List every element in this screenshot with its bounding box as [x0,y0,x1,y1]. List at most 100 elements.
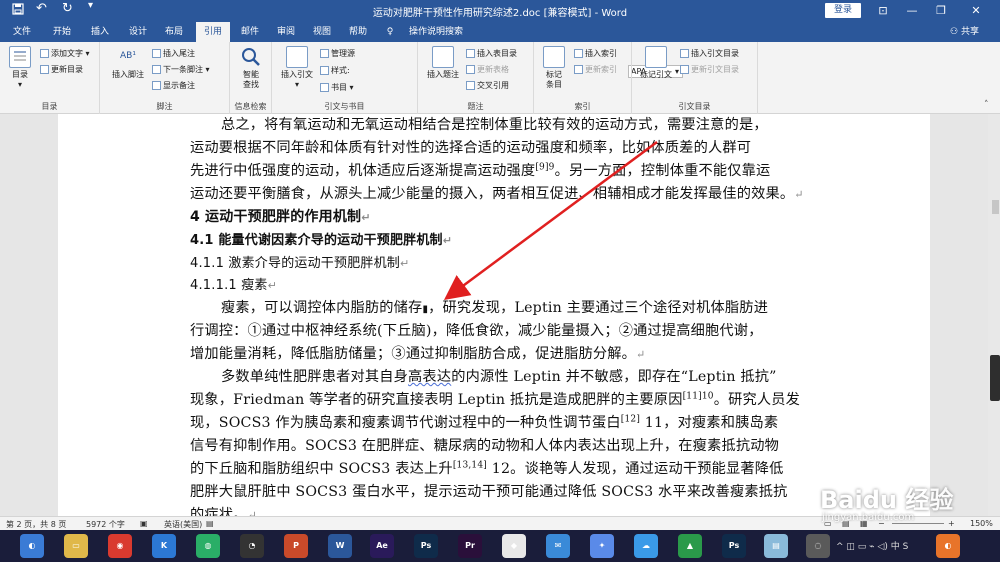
next-footnote-icon [152,65,161,74]
text-run: 多数单纯性肥胖患者对其自身 [221,369,409,385]
tab-help[interactable]: 帮助 [344,22,372,42]
update-toa-button[interactable]: 更新引文目录 [680,64,739,76]
word-icon[interactable]: W [328,534,352,558]
toc-button[interactable]: 目录 ▾ [6,46,34,90]
mark-entry-button[interactable]: 标记 条目 [540,46,568,90]
footnote-icon: AB¹ [120,51,136,61]
mail-icon[interactable]: ✉ [546,534,570,558]
cross-reference-button[interactable]: 交叉引用 [466,80,509,92]
update-toc-button[interactable]: 更新目录 [40,64,83,76]
photoshop-2-icon[interactable]: Ps [722,534,746,558]
vertical-scrollbar[interactable] [988,114,1000,516]
orange-app-icon[interactable]: ◐ [936,534,960,558]
table-of-figures-icon [466,49,475,58]
tab-insert[interactable]: 插入 [86,22,114,42]
sync-icon[interactable]: ◌ [806,534,830,558]
show-notes-icon [152,81,161,90]
proofing-icon[interactable]: ▣ [140,519,148,528]
macro-icon[interactable]: ▤ [206,519,214,528]
collapse-ribbon-icon[interactable]: ˄ [984,100,989,110]
notepad-icon[interactable]: ▤ [764,534,788,558]
add-text-button[interactable]: 添加文字 ▾ [40,48,90,60]
caption-icon [432,46,454,68]
add-text-label: 添加文字 [51,49,83,58]
green-app-icon[interactable]: ▲ [678,534,702,558]
zoom-slider[interactable] [892,523,944,524]
text-run: 的内源性 Leptin 并不敏感，即存在“Leptin 抵抗” [451,369,777,385]
mark-entry-icon [543,46,565,68]
insert-index-button[interactable]: 插入索引 [574,48,617,60]
kugou-icon[interactable]: K [152,534,176,558]
browser-icon[interactable]: ◐ [20,534,44,558]
tab-home[interactable]: 开始 [48,22,76,42]
side-panel-tab[interactable] [990,355,1000,401]
insert-index-label: 插入索引 [585,49,617,58]
document-page[interactable]: 总之，将有氧运动和无氧运动相结合是控制体重比较有效的运动方式，需要注意的是， 运… [58,114,930,516]
qq-icon[interactable]: ◔ [240,534,264,558]
zoom-in-button[interactable]: + [948,519,955,528]
update-table-button[interactable]: 更新表格 [466,64,509,76]
insert-table-of-figures-button[interactable]: 插入表目录 [466,48,517,60]
photoshop-icon[interactable]: Ps [414,534,438,558]
system-tray[interactable]: ^ ◫ ▭ ⌁ ◁) 中 S [836,539,908,552]
insert-footnote-button[interactable]: AB¹ 插入脚注 [110,46,146,80]
update-index-button[interactable]: 更新索引 [574,64,617,76]
mark-citation-button[interactable]: 标记引文 [638,46,674,80]
restore-button[interactable]: ❐ [930,2,952,19]
citation-ref: [13,14] [452,460,488,471]
file-explorer-icon[interactable]: ▭ [64,534,88,558]
security-icon[interactable]: ◆ [502,534,526,558]
zoom-level[interactable]: 150% [970,519,993,528]
insert-footnote-label: 插入脚注 [112,70,144,79]
smart-lookup-label-1: 智能 [243,70,259,79]
paragraph-mark: ↵ [267,279,278,292]
tell-me-search[interactable]: 操作说明搜索 [404,22,468,42]
text-run: 的下丘脑和脂肪组织中 SOCS3 表达上升 [190,461,453,477]
netease-music-icon[interactable]: ◉ [108,534,132,558]
group-research-label: 信息检索 [234,102,267,111]
bibliography-label: 书目 [331,83,347,92]
tab-mailings[interactable]: 邮件 [236,22,264,42]
update-toa-icon [680,65,689,74]
text-run: 4.1.1 激素介导的运动干预肥胖机制 [190,256,401,271]
share-button[interactable]: ⚇ 共享 [950,22,979,42]
after-effects-icon[interactable]: Ae [370,534,394,558]
minimize-button[interactable]: — [901,2,923,19]
citation-ref: [9]9 [535,162,555,173]
group-captions-label: 题注 [467,102,484,111]
show-notes-button[interactable]: 显示备注 [152,80,195,92]
bibliography-button[interactable]: 书目 ▾ [320,82,354,94]
cloud-icon[interactable]: ☁ [634,534,658,558]
smart-lookup-label-2: 查找 [243,80,259,89]
text-line: 现象，Friedman 等学者的研究直接表明 Leptin 抵抗是造成肥胖的主要… [190,389,800,409]
bird-icon[interactable]: ✦ [590,534,614,558]
insert-toa-button[interactable]: 插入引文目录 [680,48,739,60]
tab-file[interactable]: 文件 [8,22,36,42]
update-index-icon [574,65,583,74]
tab-design[interactable]: 设计 [124,22,152,42]
insert-citation-button[interactable]: 插入引文 ▾ [278,46,316,90]
paragraph-mark: ↵ [636,348,646,361]
insert-endnote-button[interactable]: 插入尾注 [152,48,195,60]
smart-lookup-button[interactable]: 智能 查找 [236,46,266,90]
text-line: 现，SOCS3 作为胰岛素和瘦素调节代谢过程中的一种负性调节蛋白[12] 11，… [190,412,778,432]
insert-caption-button[interactable]: 插入题注 [424,46,462,80]
tab-references[interactable]: 引用 [196,22,230,42]
tab-layout[interactable]: 布局 [160,22,188,42]
tab-review[interactable]: 审阅 [272,22,300,42]
paragraph-mark: ↵ [400,257,410,270]
scrollbar-thumb[interactable] [992,200,999,214]
login-button[interactable]: 登录 [825,3,861,18]
close-button[interactable]: ✕ [965,2,987,19]
manage-sources-button[interactable]: 管理源 [320,48,355,60]
premiere-icon[interactable]: Pr [458,534,482,558]
next-footnote-button[interactable]: 下一条脚注 ▾ [152,64,210,76]
page-count[interactable]: 第 2 页，共 8 页 [6,519,66,530]
text-line: 瘦素，可以调控体内脂肪的储存▮，研究发现，Leptin 主要通过三个途径对机体脂… [221,297,768,317]
powerpoint-icon[interactable]: P [284,534,308,558]
word-count[interactable]: 5972 个字 [86,519,125,530]
language[interactable]: 英语(美国) [164,519,202,530]
tab-view[interactable]: 视图 [308,22,336,42]
wechat-icon[interactable]: ◍ [196,534,220,558]
ribbon-display-options-icon[interactable]: ⊡ [872,2,894,19]
